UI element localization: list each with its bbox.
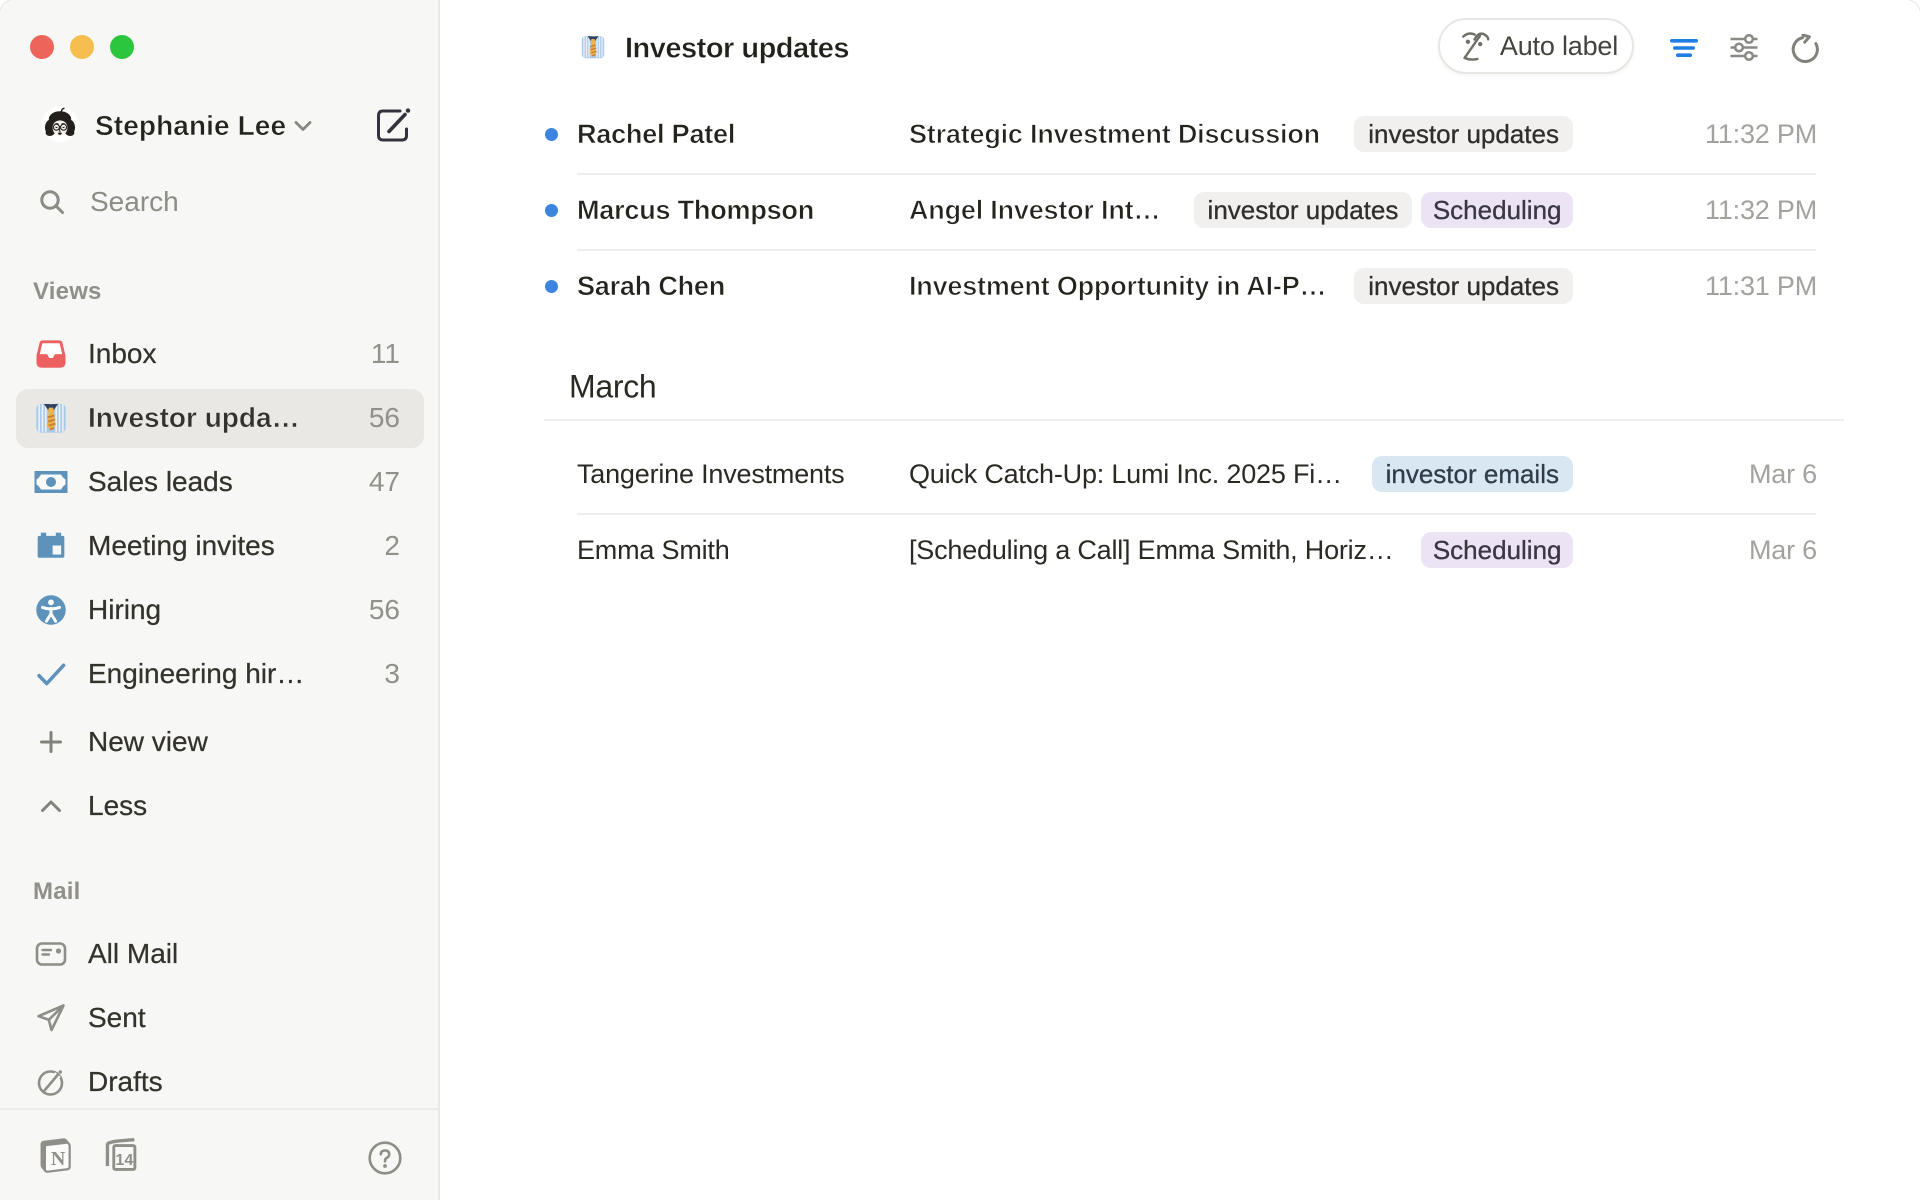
svg-text:N: N [51, 1148, 66, 1170]
svg-text:14: 14 [115, 1151, 133, 1169]
